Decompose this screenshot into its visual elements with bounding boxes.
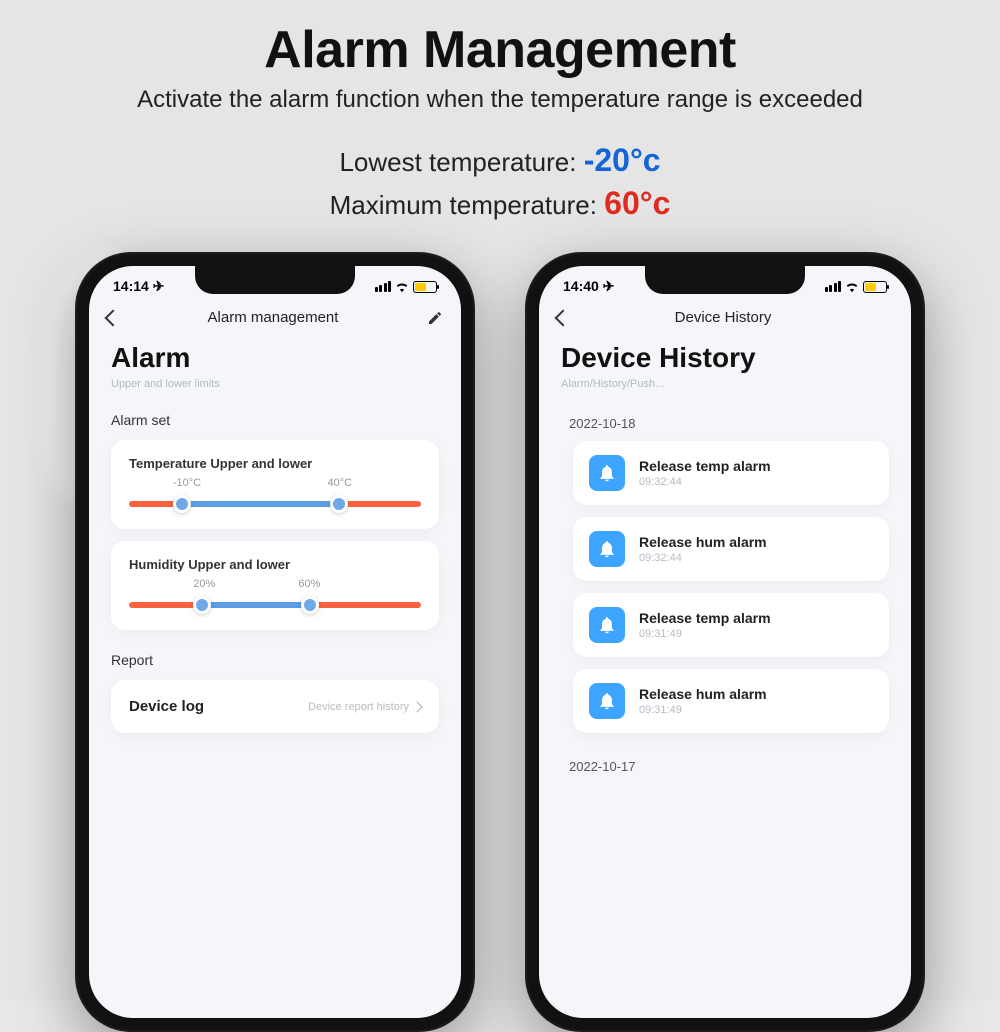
history-item-title: Release temp alarm: [639, 458, 771, 474]
status-time: 14:40 ✈: [563, 278, 614, 295]
wifi-icon: [395, 280, 409, 294]
history-item[interactable]: Release temp alarm 09:31:49: [573, 593, 889, 657]
chevron-right-icon: [411, 701, 422, 712]
history-item[interactable]: Release hum alarm 09:32:44: [573, 517, 889, 581]
page-title: Alarm Management: [0, 20, 1000, 80]
history-subheading: Alarm/History/Push...: [561, 378, 889, 390]
temp-low-label: -10°C: [173, 477, 201, 489]
bell-icon: [589, 531, 625, 567]
bell-icon: [589, 607, 625, 643]
max-temp-label: Maximum temperature:: [330, 190, 605, 220]
temp-high-label: 40°C: [328, 477, 353, 489]
humidity-slider[interactable]: [129, 602, 421, 608]
signal-icon: [825, 281, 842, 292]
history-item-title: Release temp alarm: [639, 610, 771, 626]
lowest-temp-label: Lowest temperature:: [339, 147, 583, 177]
device-log-row[interactable]: Device log Device report history: [111, 680, 439, 733]
humidity-range-card: Humidity Upper and lower 20% 60%: [111, 541, 439, 630]
history-item[interactable]: Release hum alarm 09:31:49: [573, 669, 889, 733]
bell-icon: [589, 455, 625, 491]
temperature-range-card: Temperature Upper and lower -10°C 40°C: [111, 440, 439, 529]
alarm-subheading: Upper and lower limits: [111, 378, 439, 390]
device-log-hint: Device report history: [308, 701, 409, 713]
section-alarm-set: Alarm set: [111, 412, 439, 428]
lowest-temp-value: -20°c: [584, 142, 661, 178]
section-report: Report: [111, 652, 439, 668]
temp-slider-high-handle[interactable]: [330, 495, 348, 513]
status-time: 14:14 ✈: [113, 278, 164, 295]
history-item-time: 09:32:44: [639, 476, 771, 488]
max-temp-value: 60°c: [604, 185, 670, 221]
temperature-slider[interactable]: [129, 501, 421, 507]
hum-high-label: 60%: [298, 578, 320, 590]
nav-title: Device History: [569, 309, 877, 326]
phone-device-history: 14:40 ✈ Device History Device History Al…: [525, 252, 925, 1032]
date-header: 2022-10-18: [569, 416, 889, 431]
bell-icon: [589, 683, 625, 719]
alarm-heading: Alarm: [111, 342, 439, 374]
history-item-time: 09:31:49: [639, 704, 767, 716]
temp-slider-low-handle[interactable]: [173, 495, 191, 513]
edit-icon[interactable]: [427, 310, 443, 326]
page-subtitle: Activate the alarm function when the tem…: [0, 86, 1000, 114]
battery-icon: [863, 281, 887, 293]
nav-title: Alarm management: [119, 309, 427, 326]
wifi-icon: [845, 280, 859, 294]
history-heading: Device History: [561, 342, 889, 374]
phone-alarm-management: 14:14 ✈ Alarm management Alarm Upper and…: [75, 252, 475, 1032]
battery-icon: [413, 281, 437, 293]
history-item[interactable]: Release temp alarm 09:32:44: [573, 441, 889, 505]
hum-slider-low-handle[interactable]: [193, 596, 211, 614]
history-item-time: 09:32:44: [639, 552, 767, 564]
history-item-title: Release hum alarm: [639, 534, 767, 550]
date-header: 2022-10-17: [569, 759, 889, 774]
device-log-label: Device log: [129, 698, 204, 715]
history-item-title: Release hum alarm: [639, 686, 767, 702]
hum-slider-high-handle[interactable]: [301, 596, 319, 614]
temp-card-title: Temperature Upper and lower: [129, 456, 421, 471]
hum-card-title: Humidity Upper and lower: [129, 557, 421, 572]
hum-low-label: 20%: [193, 578, 215, 590]
history-item-time: 09:31:49: [639, 628, 771, 640]
signal-icon: [375, 281, 392, 292]
